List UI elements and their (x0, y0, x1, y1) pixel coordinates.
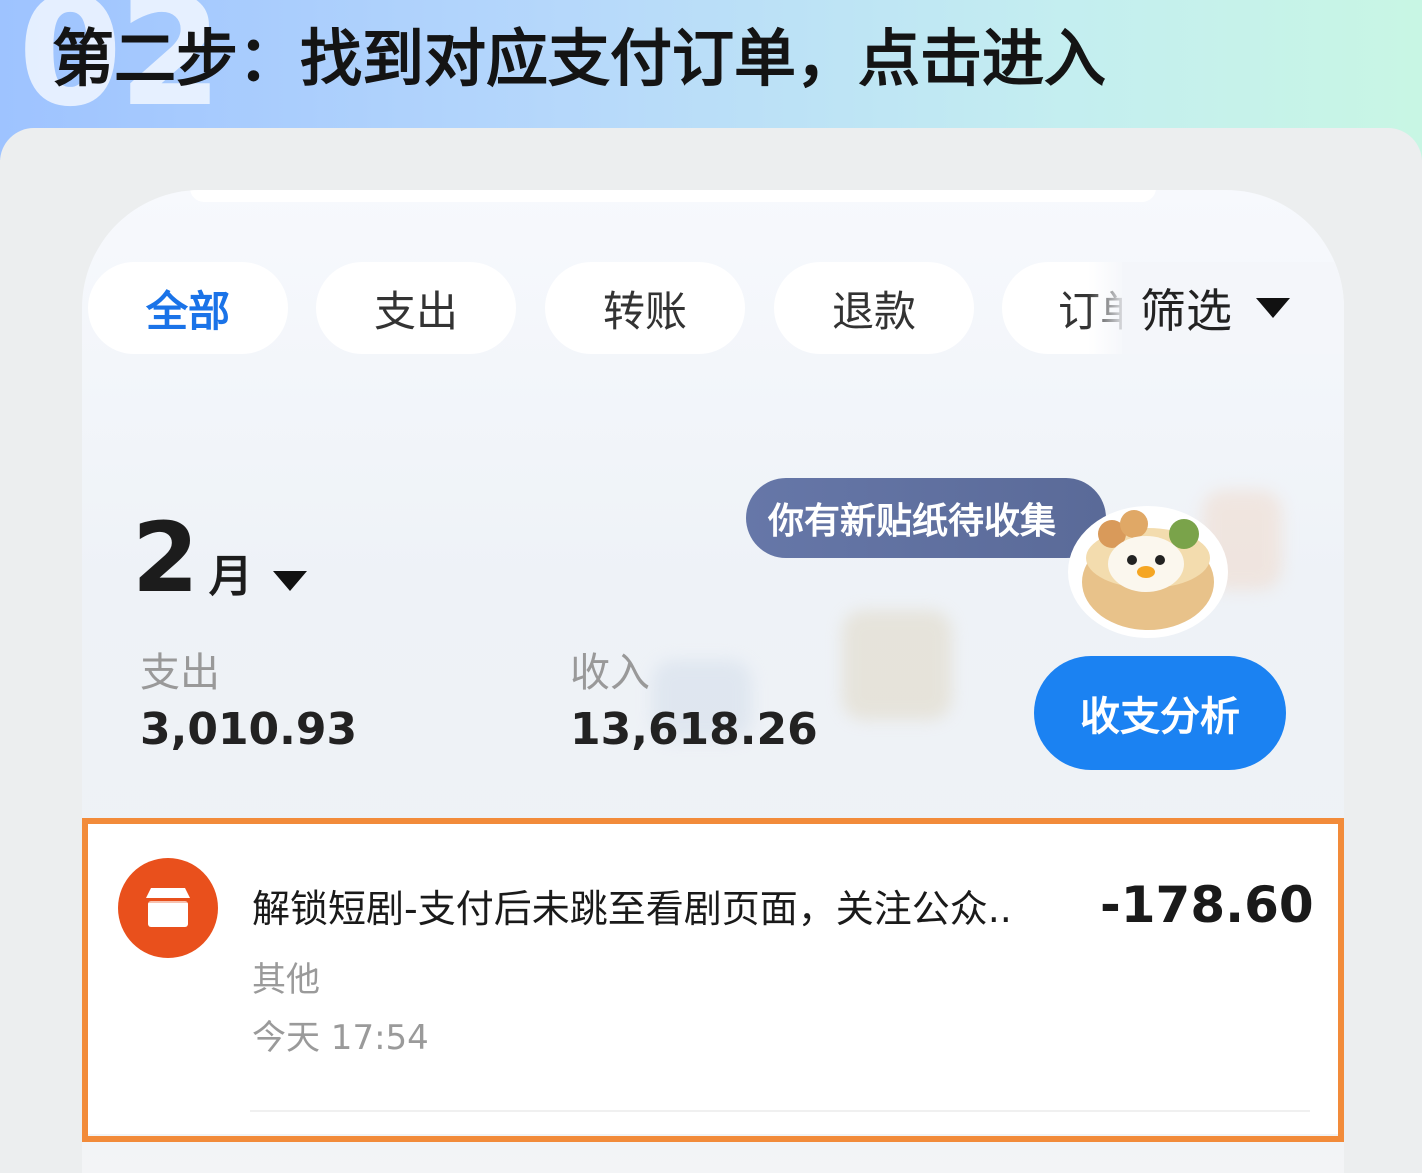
search-bar-edge (190, 190, 1156, 202)
filter-label: 筛选 (1140, 284, 1232, 338)
step-title: 第二步：找到对应支付订单，点击进入 (52, 22, 1107, 95)
sticker-icon[interactable] (1064, 494, 1232, 640)
month-unit: 月 (208, 551, 253, 602)
income-value: 13,618.26 (570, 704, 818, 755)
filter-button[interactable]: 筛选 (1122, 262, 1344, 354)
highlight-frame (82, 818, 1344, 1142)
month-number: 2 (132, 502, 199, 614)
expense-label: 支出 (140, 650, 220, 696)
tab-expense[interactable]: 支出 (316, 262, 516, 354)
month-selector[interactable]: 2 月 (132, 510, 307, 606)
background-decoration (842, 610, 952, 720)
sticker-prompt[interactable]: 你有新贴纸待收集 (746, 478, 1106, 558)
income-expense-analysis-button[interactable]: 收支分析 (1034, 656, 1286, 770)
caret-down-icon (1256, 298, 1290, 318)
expense-value: 3,010.93 (140, 704, 358, 755)
income-label: 收入 (570, 650, 650, 696)
tab-refund[interactable]: 退款 (774, 262, 974, 354)
tab-all[interactable]: 全部 (88, 262, 288, 354)
caret-down-icon (272, 571, 307, 591)
tab-transfer[interactable]: 转账 (545, 262, 745, 354)
